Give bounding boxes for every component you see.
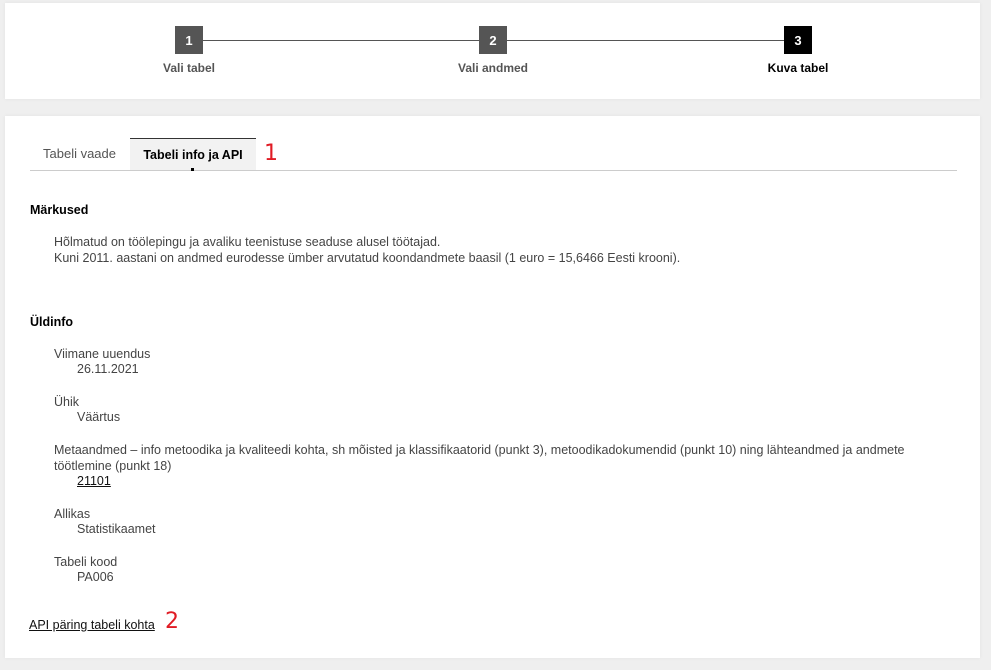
table-info-panel: Tabeli vaade Tabeli info ja API 1 Märkus… bbox=[5, 116, 980, 658]
step-connector bbox=[202, 40, 480, 41]
step-3-label: Kuva tabel bbox=[767, 61, 829, 75]
source-value: Statistikaamet bbox=[77, 522, 156, 536]
metadata-label: Metaandmed – info metoodika ja kvaliteed… bbox=[54, 443, 905, 473]
step-connector bbox=[507, 40, 785, 41]
source-label: Allikas bbox=[54, 507, 91, 521]
step-1-number[interactable]: 1 bbox=[175, 26, 203, 54]
stepper: 1 2 3 Vali tabel Vali andmed Kuva tabel bbox=[5, 3, 980, 99]
active-tab-indicator bbox=[191, 168, 194, 171]
general-info-heading: Üldinfo bbox=[30, 315, 74, 329]
note-line: Hõlmatud on töölepingu ja avaliku teenis… bbox=[54, 235, 441, 249]
tab-bar: Tabeli vaade Tabeli info ja API bbox=[30, 138, 957, 171]
step-3-number: 3 bbox=[784, 26, 812, 54]
step-2-number[interactable]: 2 bbox=[479, 26, 507, 54]
tab-table-view[interactable]: Tabeli vaade bbox=[30, 138, 129, 169]
annotation-marker-1: 1 bbox=[264, 141, 278, 166]
last-update-value: 26.11.2021 bbox=[77, 362, 139, 376]
annotation-marker-2: 2 bbox=[165, 609, 179, 634]
note-line: Kuni 2011. aastani on andmed eurodesse ü… bbox=[54, 251, 681, 265]
table-code-value: PA006 bbox=[77, 570, 114, 584]
metadata-link[interactable]: 21101 bbox=[77, 474, 111, 488]
last-update-label: Viimane uuendus bbox=[54, 347, 151, 361]
notes-heading: Märkused bbox=[30, 203, 89, 217]
api-query-link[interactable]: API päring tabeli kohta bbox=[29, 618, 155, 632]
table-code-label: Tabeli kood bbox=[54, 555, 118, 569]
tab-table-info-api[interactable]: Tabeli info ja API bbox=[130, 138, 256, 170]
step-2-label[interactable]: Vali andmed bbox=[413, 61, 573, 75]
step-1-label[interactable]: Vali tabel bbox=[109, 61, 269, 75]
unit-label: Ühik bbox=[54, 395, 80, 409]
unit-value: Väärtus bbox=[77, 410, 121, 424]
